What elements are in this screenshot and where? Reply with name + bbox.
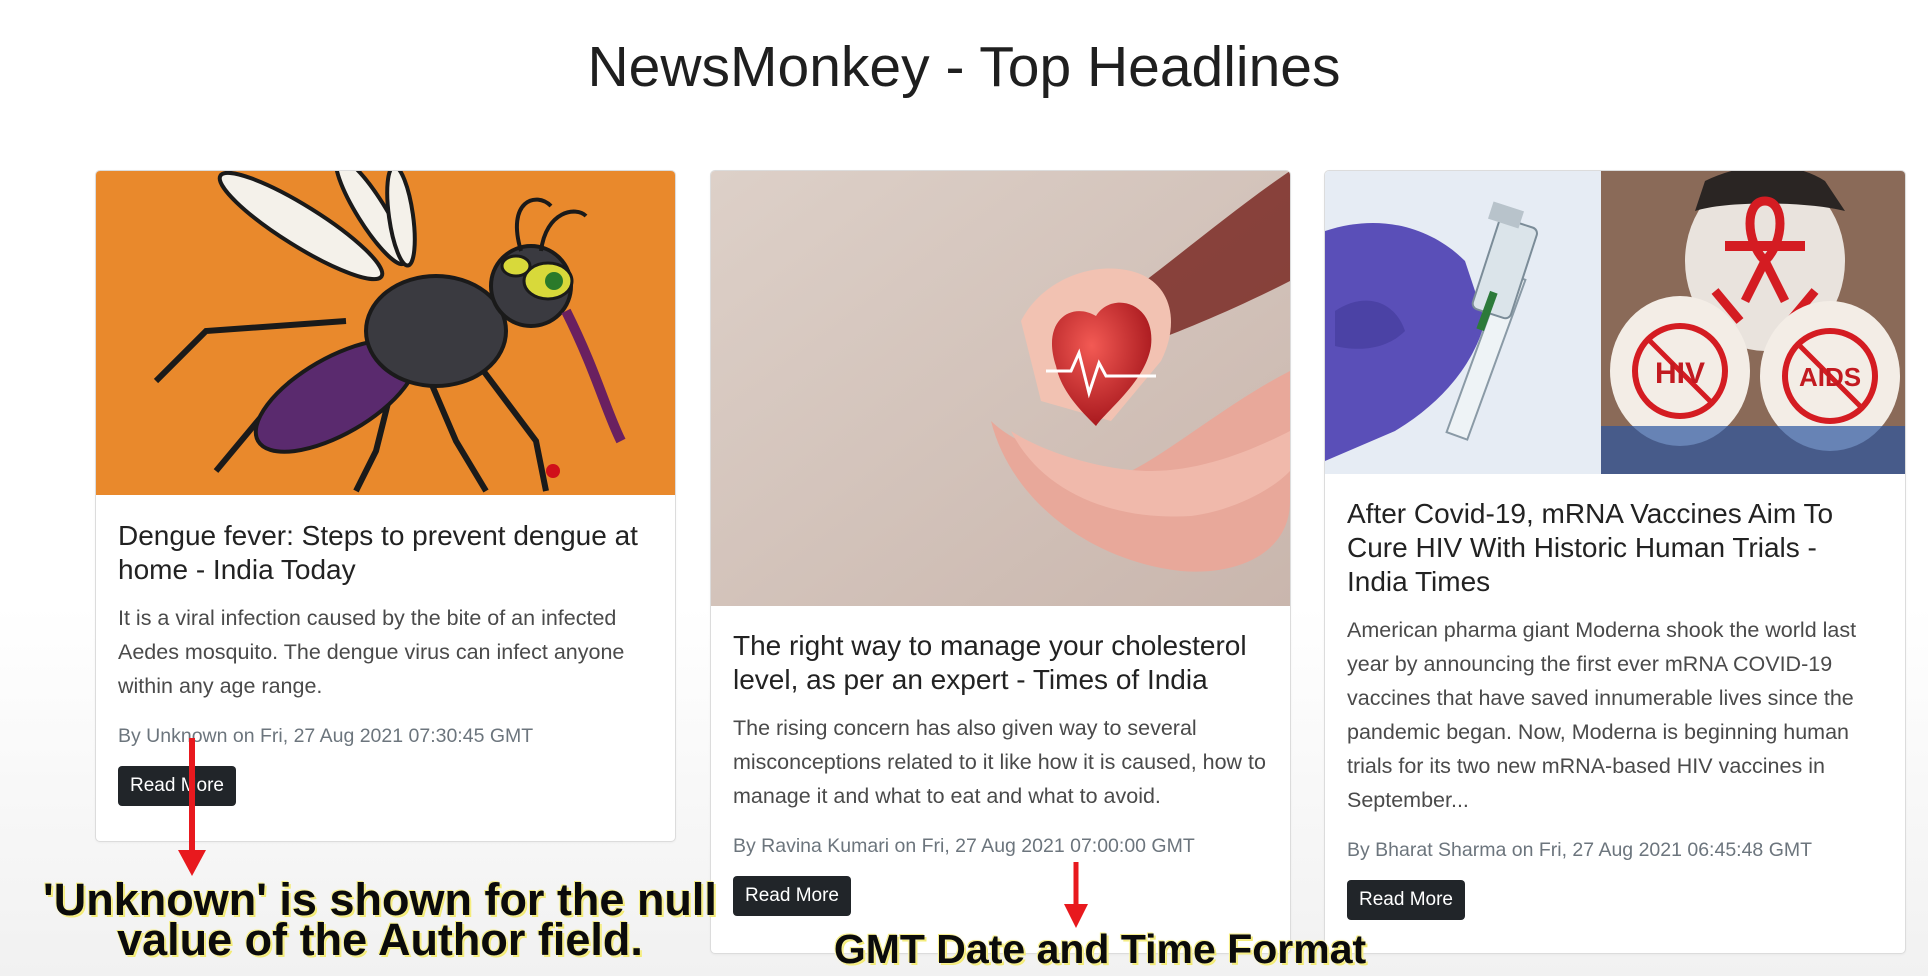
read-more-button[interactable]: Read More	[1347, 880, 1465, 920]
read-more-button[interactable]: Read More	[118, 766, 236, 806]
date-arrow-icon	[1064, 862, 1088, 928]
news-card: The right way to manage your cholesterol…	[710, 170, 1291, 954]
author-annotation: 'Unknown' is shown for the null value of…	[30, 877, 730, 965]
date-annotation: GMT Date and Time Format	[833, 926, 1367, 972]
aids-hand-text: AIDS	[1799, 362, 1861, 392]
hiv-hand-text: HIV	[1655, 357, 1705, 390]
card-title: Dengue fever: Steps to prevent dengue at…	[118, 520, 638, 585]
card-description: The rising concern has also given way to…	[733, 716, 1266, 808]
card-description: It is a viral infection caused by the bi…	[118, 606, 625, 698]
author-annotation-line2: value of the Author field.	[117, 914, 643, 965]
vaccine-and-hiv-awareness-icon: HIV AIDS	[1325, 171, 1905, 474]
card-title: The right way to manage your cholesterol…	[733, 630, 1247, 695]
card-image	[96, 171, 675, 495]
news-card: HIV AIDS After Covid-19, mRNA Vaccines A…	[1324, 170, 1906, 954]
card-author-date: By Ravina Kumari on Fri, 27 Aug 2021 07:…	[733, 835, 1195, 857]
card-image	[711, 171, 1290, 606]
read-more-button[interactable]: Read More	[733, 876, 851, 916]
hands-holding-heart-icon	[711, 171, 1290, 606]
card-image: HIV AIDS	[1325, 171, 1905, 474]
author-arrow-icon	[178, 738, 206, 876]
mosquito-illustration-icon	[96, 171, 675, 495]
card-author-date: By Bharat Sharma on Fri, 27 Aug 2021 06:…	[1347, 839, 1813, 861]
card-title: After Covid-19, mRNA Vaccines Aim To Cur…	[1347, 498, 1834, 597]
page-title: NewsMonkey - Top Headlines	[587, 35, 1341, 99]
card-description: American pharma giant Moderna shook the …	[1347, 618, 1857, 812]
